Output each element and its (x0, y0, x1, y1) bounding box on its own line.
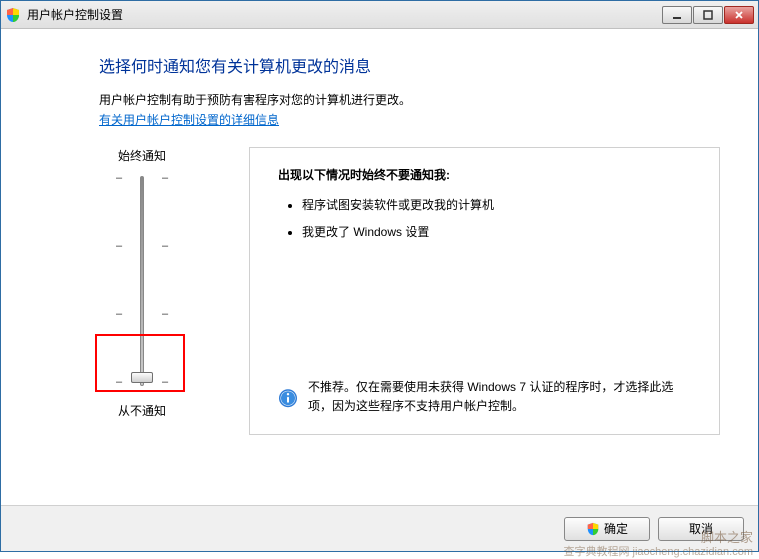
body-row: 始终通知 –– –– –– –– 从不通知 出 (99, 147, 720, 435)
client-area: 选择何时通知您有关计算机更改的消息 用户帐户控制有助于预防有害程序对您的计算机进… (1, 29, 758, 551)
cancel-button[interactable]: 取消 (658, 517, 744, 541)
description-text: 用户帐户控制有助于预防有害程序对您的计算机进行更改。 (99, 91, 720, 109)
uac-settings-window: 用户帐户控制设置 选择何时通知您有关计算机更改的消息 用户帐户控制有助于预防有害… (0, 0, 759, 552)
info-list: 程序试图安装软件或更改我的计算机 我更改了 Windows 设置 (278, 197, 691, 251)
slider-track-area: –– –– –– –– (107, 176, 177, 386)
minimize-button[interactable] (662, 6, 692, 24)
window-controls (662, 6, 754, 24)
shield-icon (586, 522, 600, 536)
titlebar: 用户帐户控制设置 (1, 1, 758, 29)
slider-track[interactable] (140, 176, 144, 386)
slider-thumb[interactable] (131, 372, 153, 383)
window-title: 用户帐户控制设置 (27, 6, 662, 23)
info-panel: 出现以下情况时始终不要通知我: 程序试图安装软件或更改我的计算机 我更改了 Wi… (249, 147, 720, 435)
slider-tick-2: –– (115, 308, 169, 320)
slider-top-label: 始终通知 (107, 147, 177, 164)
recommendation-row: 不推荐。仅在需要使用未获得 Windows 7 认证的程序时，才选择此选项，因为… (278, 378, 691, 416)
slider-tick-0: –– (115, 172, 169, 184)
shield-icon (5, 7, 21, 23)
content-area: 选择何时通知您有关计算机更改的消息 用户帐户控制有助于预防有害程序对您的计算机进… (1, 29, 758, 505)
info-icon (278, 380, 298, 416)
slider-column: 始终通知 –– –– –– –– 从不通知 (99, 147, 209, 435)
maximize-button[interactable] (693, 6, 723, 24)
recommendation-text: 不推荐。仅在需要使用未获得 Windows 7 认证的程序时，才选择此选项，因为… (308, 378, 691, 416)
close-button[interactable] (724, 6, 754, 24)
info-list-item: 我更改了 Windows 设置 (302, 224, 691, 241)
cancel-button-label: 取消 (689, 520, 713, 537)
ok-button[interactable]: 确定 (564, 517, 650, 541)
footer-bar: 确定 取消 (1, 505, 758, 551)
learn-more-link[interactable]: 有关用户帐户控制设置的详细信息 (99, 113, 279, 127)
slider-bottom-label: 从不通知 (107, 402, 177, 419)
ok-button-label: 确定 (604, 520, 628, 537)
info-panel-heading: 出现以下情况时始终不要通知我: (278, 166, 691, 183)
info-list-item: 程序试图安装软件或更改我的计算机 (302, 197, 691, 214)
slider-tick-1: –– (115, 240, 169, 252)
page-heading: 选择何时通知您有关计算机更改的消息 (99, 53, 720, 77)
